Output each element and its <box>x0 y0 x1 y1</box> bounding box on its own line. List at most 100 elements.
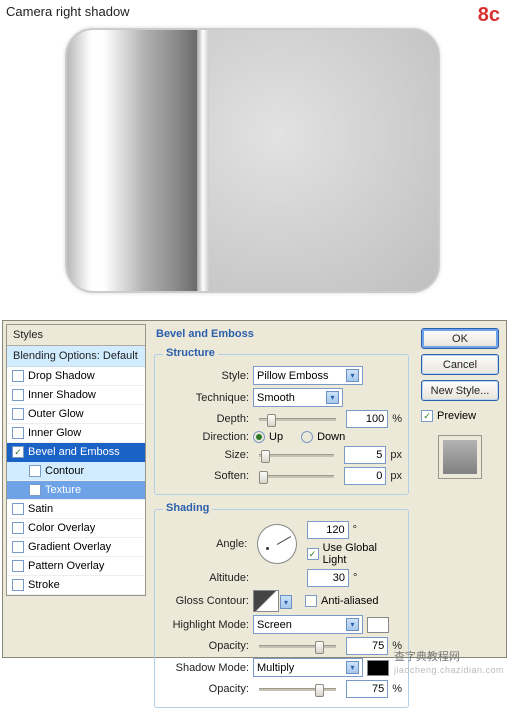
highlight-opacity-input[interactable]: 75 <box>346 637 388 655</box>
style-row-pattern-overlay[interactable]: Pattern Overlay <box>7 557 145 576</box>
bevel-title: Bevel and Emboss <box>156 328 411 340</box>
style-label: Gradient Overlay <box>28 541 111 553</box>
size-label: Size: <box>161 449 249 461</box>
shadow-color-swatch[interactable] <box>367 660 389 676</box>
unit-label: ° <box>353 524 357 536</box>
size-input[interactable]: 5 <box>344 446 386 464</box>
styles-list: Styles Blending Options: Default Drop Sh… <box>6 324 146 596</box>
style-row-outer-glow[interactable]: Outer Glow <box>7 405 145 424</box>
angle-dial[interactable] <box>257 524 296 564</box>
style-row-texture[interactable]: Texture <box>7 481 145 500</box>
preview-label: Preview <box>437 410 476 422</box>
shadow-mode-select[interactable]: Multiply▾ <box>253 658 363 677</box>
illustration-area: Camera right shadow 8c <box>0 0 510 317</box>
style-label: Inner Shadow <box>28 389 96 401</box>
blending-options-row[interactable]: Blending Options: Default <box>7 346 145 367</box>
preview-toggle[interactable]: Preview <box>421 410 499 422</box>
chevron-down-icon: ▾ <box>346 618 359 631</box>
style-row-bevel-emboss[interactable]: Bevel and Emboss <box>7 443 145 462</box>
structure-legend: Structure <box>163 347 218 359</box>
technique-select[interactable]: Smooth▾ <box>253 388 343 407</box>
style-select[interactable]: Pillow Emboss▾ <box>253 366 363 385</box>
checkbox-icon[interactable] <box>12 446 24 458</box>
shading-legend: Shading <box>163 502 212 514</box>
highlight-mode-select[interactable]: Screen ▾ <box>253 615 363 634</box>
preview-checkbox[interactable] <box>421 410 433 422</box>
shading-fieldset: Shading Angle: 120 ° Use Global Light Al… <box>154 509 409 708</box>
styles-column: Styles Blending Options: Default Drop Sh… <box>6 324 146 654</box>
global-light-checkbox[interactable] <box>307 548 319 560</box>
watermark: 查字典教程网 jiaocheng.chazidian.com <box>394 648 504 676</box>
style-row-inner-glow[interactable]: Inner Glow <box>7 424 145 443</box>
chevron-down-icon: ▾ <box>346 661 359 674</box>
shadow-opacity-input[interactable]: 75 <box>346 680 388 698</box>
style-label: Style: <box>161 370 249 382</box>
altitude-input[interactable]: 30 <box>307 569 349 587</box>
anti-aliased-checkbox[interactable] <box>305 595 317 607</box>
style-row-drop-shadow[interactable]: Drop Shadow <box>7 367 145 386</box>
checkbox-icon[interactable] <box>29 484 41 496</box>
new-style-button[interactable]: New Style... <box>421 380 499 401</box>
checkbox-icon[interactable] <box>12 560 24 572</box>
soften-slider[interactable] <box>259 475 334 478</box>
checkbox-icon[interactable] <box>12 427 24 439</box>
style-label: Stroke <box>28 579 60 591</box>
select-value: Screen <box>257 619 292 631</box>
style-label: Contour <box>45 465 84 477</box>
direction-up-radio[interactable] <box>253 431 265 443</box>
style-row-contour[interactable]: Contour <box>7 462 145 481</box>
style-row-inner-shadow[interactable]: Inner Shadow <box>7 386 145 405</box>
actions-column: OK Cancel New Style... Preview <box>417 324 503 654</box>
highlight-opacity-label: Opacity: <box>161 640 249 652</box>
shadow-mode-label: Shadow Mode: <box>161 662 249 674</box>
gloss-contour-picker[interactable]: ▾ <box>253 590 279 612</box>
highlight-opacity-slider[interactable] <box>259 645 336 648</box>
params-column: Bevel and Emboss Structure Style: Pillow… <box>146 324 417 654</box>
highlight-mode-label: Highlight Mode: <box>161 619 249 631</box>
preview-swatch <box>438 435 482 479</box>
unit-label: % <box>392 683 402 695</box>
style-label: Drop Shadow <box>28 370 95 382</box>
size-slider[interactable] <box>259 454 334 457</box>
unit-label: px <box>390 449 402 461</box>
style-row-gradient-overlay[interactable]: Gradient Overlay <box>7 538 145 557</box>
style-label: Bevel and Emboss <box>28 446 120 458</box>
shadow-opacity-slider[interactable] <box>259 688 336 691</box>
unit-label: ° <box>353 572 357 584</box>
global-light-label: Use Global Light <box>323 542 402 566</box>
ok-button[interactable]: OK <box>421 328 499 349</box>
select-value: Smooth <box>257 392 295 404</box>
style-row-stroke[interactable]: Stroke <box>7 576 145 595</box>
checkbox-icon[interactable] <box>12 503 24 515</box>
checkbox-icon[interactable] <box>12 579 24 591</box>
style-label: Color Overlay <box>28 522 95 534</box>
depth-input[interactable]: 100 <box>346 410 388 428</box>
direction-down-radio[interactable] <box>301 431 313 443</box>
checkbox-icon[interactable] <box>29 465 41 477</box>
style-row-color-overlay[interactable]: Color Overlay <box>7 519 145 538</box>
layer-style-dialog: Styles Blending Options: Default Drop Sh… <box>2 320 507 658</box>
soften-input[interactable]: 0 <box>344 467 386 485</box>
angle-input[interactable]: 120 <box>307 521 349 539</box>
depth-slider[interactable] <box>259 418 336 421</box>
cancel-button[interactable]: Cancel <box>421 354 499 375</box>
altitude-label: Altitude: <box>161 572 249 584</box>
checkbox-icon[interactable] <box>12 408 24 420</box>
step-badge: 8c <box>478 4 500 27</box>
chevron-down-icon: ▾ <box>346 369 359 382</box>
checkbox-icon[interactable] <box>12 370 24 382</box>
style-row-satin[interactable]: Satin <box>7 500 145 519</box>
checkbox-icon[interactable] <box>12 389 24 401</box>
radio-label: Down <box>317 431 345 443</box>
angle-label: Angle: <box>161 538 247 550</box>
style-label: Texture <box>45 484 81 496</box>
checkbox-icon[interactable] <box>12 522 24 534</box>
page-title: Camera right shadow <box>6 4 130 19</box>
checkbox-icon[interactable] <box>12 541 24 553</box>
style-label: Outer Glow <box>28 408 84 420</box>
styles-header[interactable]: Styles <box>7 325 145 346</box>
style-label: Satin <box>28 503 53 515</box>
highlight-color-swatch[interactable] <box>367 617 389 633</box>
unit-label: px <box>390 470 402 482</box>
watermark-main: 查字典教程网 <box>394 651 460 663</box>
